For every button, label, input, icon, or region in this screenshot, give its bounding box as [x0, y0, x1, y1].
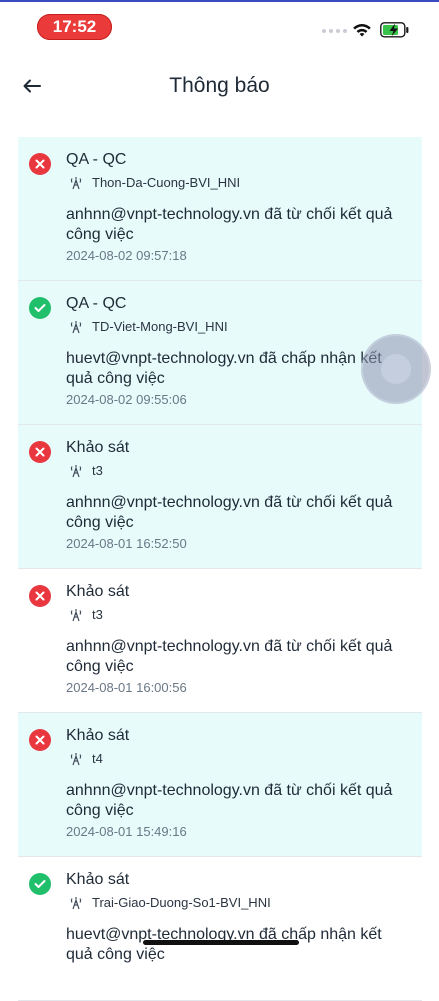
site-row: Trai-Giao-Duong-So1-BVI_HNI — [70, 895, 271, 910]
notification-timestamp: 2024-08-01 15:49:16 — [66, 824, 187, 839]
wifi-icon — [353, 24, 371, 37]
home-indicator[interactable] — [143, 940, 299, 945]
notification-item[interactable]: Khảo sát t3 anhnn@vnpt-technology.vn đã … — [18, 569, 422, 713]
rejected-status-icon — [29, 585, 51, 607]
notification-item[interactable]: QA - QC Thon-Da-Cuong-BVI_HNI anhnn@vnpt… — [18, 137, 422, 281]
site-name: TD-Viet-Mong-BVI_HNI — [92, 319, 228, 334]
rejected-status-icon — [29, 153, 51, 175]
notification-timestamp: 2024-08-02 09:55:06 — [66, 392, 187, 407]
site-name: t3 — [92, 463, 103, 478]
accepted-status-icon — [29, 873, 51, 895]
notification-message: anhnn@vnpt-technology.vn đã từ chối kết … — [66, 206, 393, 243]
site-row: Thon-Da-Cuong-BVI_HNI — [70, 175, 240, 190]
notification-timestamp: 2024-08-02 09:57:18 — [66, 248, 187, 263]
notification-title: Khảo sát — [66, 871, 130, 888]
antenna-tower-icon — [70, 608, 82, 621]
site-name: t4 — [92, 751, 103, 766]
antenna-tower-icon — [70, 464, 82, 477]
status-bar: 17:52 — [0, 0, 439, 54]
signal-dots-icon — [322, 29, 347, 33]
notification-item[interactable]: QA - QC TD-Viet-Mong-BVI_HNI huevt@vnpt-… — [18, 281, 422, 425]
notification-item[interactable]: Khảo sát Trai-Giao-Duong-So1-BVI_HNI hue… — [18, 857, 422, 1001]
rejected-status-icon — [29, 729, 51, 751]
status-time: 17:52 — [37, 14, 112, 40]
notification-title: Khảo sát — [66, 583, 130, 600]
rejected-status-icon — [29, 441, 51, 463]
antenna-tower-icon — [70, 176, 82, 189]
notification-message: anhnn@vnpt-technology.vn đã từ chối kết … — [66, 494, 393, 531]
notification-timestamp: 2024-08-01 16:52:50 — [66, 536, 187, 551]
notification-item[interactable]: Khảo sát t4 anhnn@vnpt-technology.vn đã … — [18, 713, 422, 857]
antenna-tower-icon — [70, 752, 82, 765]
notification-item[interactable]: Khảo sát t3 anhnn@vnpt-technology.vn đã … — [18, 425, 422, 569]
site-name: Thon-Da-Cuong-BVI_HNI — [92, 175, 241, 190]
page-title: Thông báo — [169, 74, 270, 97]
site-row: t3 — [70, 607, 103, 622]
site-row: TD-Viet-Mong-BVI_HNI — [70, 319, 228, 334]
notification-timestamp: 2024-08-01 16:00:56 — [66, 680, 187, 695]
notification-title: Khảo sát — [66, 439, 130, 456]
notification-message: huevt@vnpt-technology.vn đã chấp nhận kế… — [66, 350, 382, 387]
site-name: t3 — [92, 607, 103, 622]
antenna-tower-icon — [70, 320, 82, 333]
notification-message: anhnn@vnpt-technology.vn đã từ chối kết … — [66, 638, 393, 675]
notification-list: QA - QC Thon-Da-Cuong-BVI_HNI anhnn@vnpt… — [18, 137, 422, 1001]
site-row: t3 — [70, 463, 103, 478]
site-row: t4 — [70, 751, 103, 766]
antenna-tower-icon — [70, 896, 82, 909]
notification-message: anhnn@vnpt-technology.vn đã từ chối kết … — [66, 782, 393, 819]
notification-title: Khảo sát — [66, 727, 130, 744]
battery-charging-icon — [380, 22, 409, 38]
assistive-touch-button[interactable] — [363, 336, 429, 402]
notification-title: QA - QC — [66, 295, 127, 312]
app-header: Thông báo — [0, 60, 439, 116]
site-name: Trai-Giao-Duong-So1-BVI_HNI — [92, 895, 271, 910]
notification-message: huevt@vnpt-technology.vn đã chấp nhận kế… — [66, 926, 382, 963]
notification-title: QA - QC — [66, 151, 127, 168]
accepted-status-icon — [29, 297, 51, 319]
